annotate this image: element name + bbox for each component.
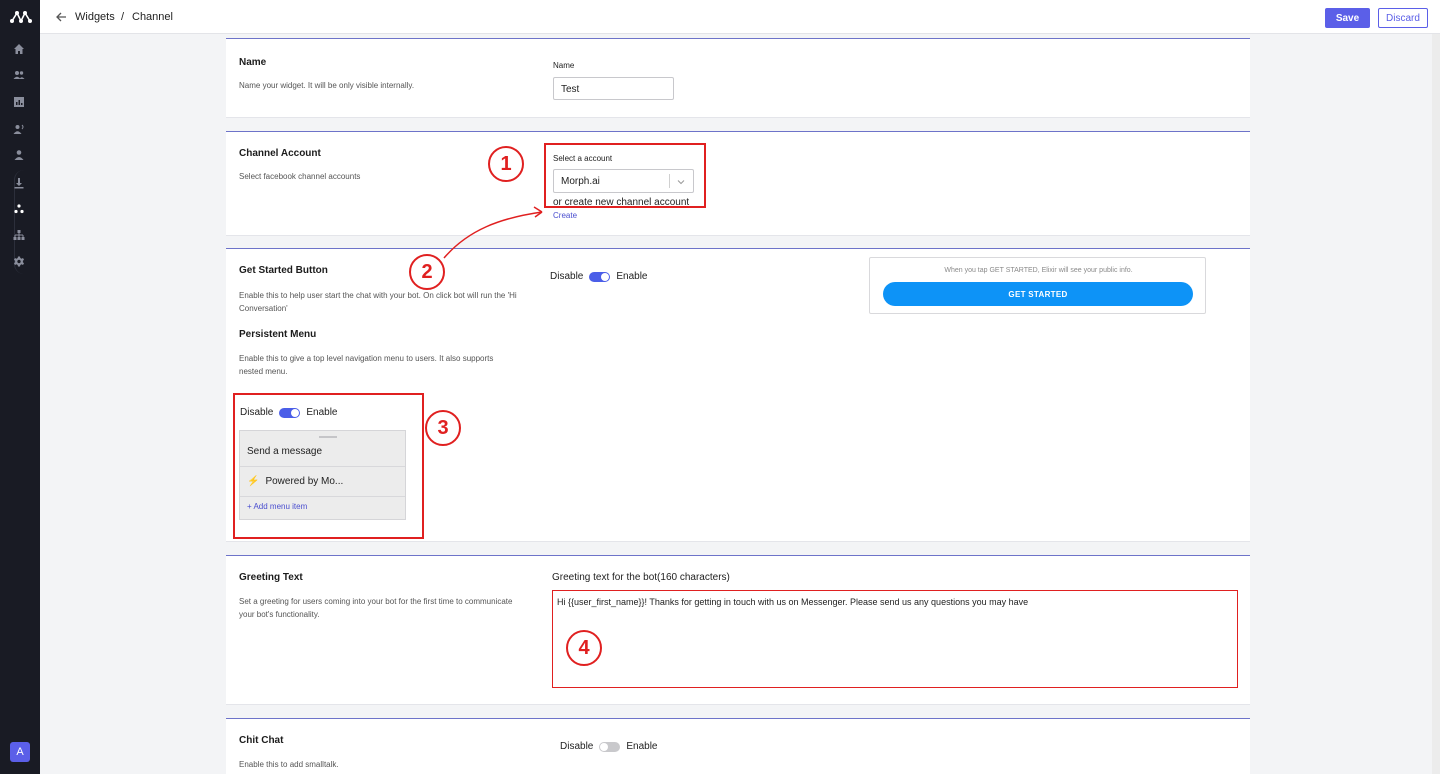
sidebar: A bbox=[0, 0, 40, 774]
create-account-link[interactable]: Create bbox=[553, 211, 577, 220]
section-title: Get Started Button bbox=[239, 265, 328, 276]
toggle-on-label: Enable bbox=[626, 741, 658, 752]
home-icon[interactable] bbox=[12, 42, 26, 56]
chit-chat-toggle[interactable] bbox=[599, 741, 621, 752]
widgets-icon[interactable] bbox=[12, 202, 26, 216]
annotation-marker-1: 1 bbox=[488, 146, 524, 182]
settings-icon[interactable] bbox=[12, 255, 26, 269]
greeting-field-label: Greeting text for the bot(160 characters… bbox=[552, 572, 730, 583]
hierarchy-icon[interactable] bbox=[12, 228, 26, 242]
morph-logo-icon[interactable] bbox=[10, 10, 32, 24]
section-title: Chit Chat bbox=[239, 735, 284, 746]
name-field[interactable]: Test bbox=[553, 77, 674, 100]
analytics-icon[interactable] bbox=[12, 95, 26, 109]
user-icon[interactable] bbox=[12, 148, 26, 162]
save-button[interactable]: Save bbox=[1325, 8, 1370, 28]
chit-chat-toggle-row: Disable Enable bbox=[560, 741, 658, 752]
breadcrumb-current: Channel bbox=[132, 11, 173, 23]
avatar[interactable]: A bbox=[10, 742, 30, 762]
toggle-on-label: Enable bbox=[616, 271, 648, 282]
discard-button[interactable]: Discard bbox=[1378, 8, 1428, 28]
greeting-textarea[interactable]: Hi {{user_first_name}}! Thanks for getti… bbox=[552, 590, 1238, 688]
top-bar: Widgets / Channel Save Discard bbox=[40, 0, 1440, 34]
download-icon[interactable] bbox=[12, 176, 26, 190]
section-description: Enable this to add smalltalk. bbox=[239, 760, 339, 769]
get-started-toggle[interactable] bbox=[589, 271, 611, 282]
name-card: Name Name your widget. It will be only v… bbox=[226, 38, 1250, 118]
get-started-preview: When you tap GET STARTED, Elixir will se… bbox=[869, 257, 1206, 314]
annotation-marker-3: 3 bbox=[425, 410, 461, 446]
annotation-box-1 bbox=[544, 143, 706, 208]
annotation-box-3 bbox=[233, 393, 424, 539]
section-description: Enable this to help user start the chat … bbox=[239, 291, 517, 313]
users-group-icon[interactable] bbox=[12, 68, 26, 82]
broadcast-user-icon[interactable] bbox=[12, 122, 26, 136]
preview-note: When you tap GET STARTED, Elixir will se… bbox=[944, 267, 1133, 274]
field-label: Name bbox=[553, 61, 575, 70]
chit-chat-card: Chit Chat Enable this to add smalltalk. … bbox=[226, 718, 1250, 774]
section-title: Greeting Text bbox=[239, 572, 303, 583]
scrollbar[interactable] bbox=[1432, 34, 1440, 774]
section-description: Set a greeting for users coming into you… bbox=[239, 597, 513, 619]
annotation-marker-4: 4 bbox=[566, 630, 602, 666]
channel-account-card: Channel Account Select facebook channel … bbox=[226, 131, 1250, 236]
preview-get-started-button: GET STARTED bbox=[883, 282, 1193, 306]
greeting-text-card: Greeting Text Set a greeting for users c… bbox=[226, 555, 1250, 705]
breadcrumb-separator: / bbox=[121, 11, 125, 23]
get-started-toggle-row: Disable Enable bbox=[550, 271, 648, 282]
section-description: Select facebook channel accounts bbox=[239, 172, 361, 181]
back-arrow-icon[interactable] bbox=[54, 10, 68, 24]
toggle-off-label: Disable bbox=[550, 271, 584, 282]
breadcrumb-parent[interactable]: Widgets bbox=[75, 11, 115, 23]
persistent-menu-title: Persistent Menu bbox=[239, 329, 317, 340]
annotation-marker-2: 2 bbox=[409, 254, 445, 290]
section-title: Channel Account bbox=[239, 148, 321, 159]
section-description: Name your widget. It will be only visibl… bbox=[239, 81, 415, 90]
section-title: Name bbox=[239, 57, 267, 68]
persistent-menu-description: Enable this to give a top level navigati… bbox=[239, 354, 494, 376]
toggle-off-label: Disable bbox=[560, 741, 594, 752]
